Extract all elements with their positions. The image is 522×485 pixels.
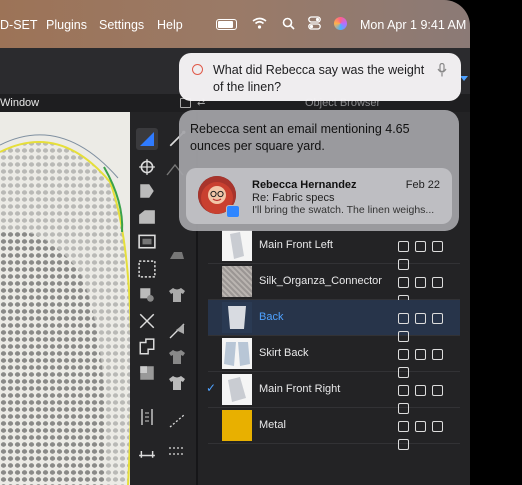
rectangle-tool-icon[interactable] [138, 208, 156, 226]
layer-label: Skirt Back [259, 347, 309, 359]
measure-tool-icon[interactable] [138, 442, 156, 460]
shirt-tool-icon[interactable] [168, 286, 186, 304]
layer-thumbnail [222, 266, 252, 297]
ruler-tool-icon[interactable] [138, 408, 156, 426]
layer-thumbnail [222, 374, 252, 405]
menu-settings[interactable]: Settings [99, 18, 144, 32]
layer-label: Silk_Organza_Connector [259, 275, 382, 287]
grid-tool-icon[interactable] [138, 260, 156, 278]
siri-query-text: What did Rebecca say was the weight of t… [213, 63, 425, 94]
search-icon[interactable] [282, 17, 295, 30]
select-tool-icon[interactable] [136, 128, 158, 150]
window-menu-label[interactable]: Window [0, 97, 39, 109]
mail-preview: I'll bring the swatch. The linen weighs.… [252, 204, 435, 216]
app-menu[interactable]: D-SET [0, 18, 38, 32]
control-center-icon[interactable] [308, 16, 321, 30]
pattern-drawing [0, 134, 130, 485]
layer-label: Metal [259, 419, 286, 431]
layer-thumbnail [222, 410, 252, 441]
layer-label: Main Front Left [259, 239, 333, 251]
sewing-tool-icon[interactable] [138, 338, 156, 356]
siri-icon[interactable] [334, 17, 347, 30]
layer-row-main-front-left[interactable]: Main Front Left [208, 228, 460, 270]
menu-plugins[interactable]: Plugins [46, 18, 87, 32]
layer-row-metal[interactable]: Metal [208, 408, 460, 450]
layer-thumbnail [222, 338, 252, 369]
siri-query-bubble: What did Rebecca say was the weight of t… [179, 53, 461, 101]
siri-orb-icon [192, 64, 203, 75]
menu-help[interactable]: Help [157, 18, 183, 32]
stitch-tool-icon[interactable] [138, 286, 156, 304]
mail-date: Feb 22 [405, 179, 440, 191]
avatar-shirt-icon[interactable] [168, 348, 186, 366]
folder-tool-icon[interactable] [138, 232, 156, 250]
layer-label: Back [259, 311, 284, 323]
menu-bar: D-SET Plugins Settings Help Mon Apr 1 9:… [0, 0, 470, 48]
mail-subject: Re: Fabric specs [252, 192, 335, 204]
garment-canvas[interactable] [0, 112, 130, 485]
transform-tool-icon[interactable] [138, 158, 156, 176]
layer-row-silk-organza-connector[interactable]: Silk_Organza_Connector [208, 264, 460, 306]
layer-thumbnail [222, 302, 252, 333]
clock: Mon Apr 1 9:41 AM [360, 18, 467, 32]
layer-actions[interactable] [398, 419, 460, 455]
iron-tool-icon[interactable] [168, 246, 186, 264]
microphone-icon[interactable] [437, 63, 447, 77]
ipad-screen: D-SET Plugins Settings Help Mon Apr 1 9:… [0, 0, 470, 485]
mail-app-icon [226, 205, 240, 218]
battery-icon [216, 19, 237, 30]
dashed-line-tool-icon[interactable] [168, 442, 186, 460]
texture-tool-icon[interactable] [138, 364, 156, 382]
layer-row-skirt-back[interactable]: Skirt Back [208, 336, 460, 378]
mail-result-card[interactable]: Rebecca Hernandez Feb 22 Re: Fabric spec… [186, 168, 452, 224]
layer-thumbnail [222, 230, 252, 261]
pattern-shirt-icon[interactable] [168, 374, 186, 392]
fold-tool-icon[interactable] [168, 322, 186, 340]
dropdown-arrow-icon[interactable] [460, 76, 468, 81]
layer-row-back[interactable]: Back [208, 300, 460, 342]
cut-tool-icon[interactable] [138, 312, 156, 330]
line-tool-icon[interactable] [168, 412, 186, 430]
wifi-icon [252, 17, 267, 29]
layer-row-main-front-right[interactable]: ✓ Main Front Right [206, 372, 460, 414]
checkmark-icon[interactable]: ✓ [206, 381, 216, 395]
mail-sender: Rebecca Hernandez [252, 179, 357, 191]
siri-answer-card: Rebecca sent an email mentioning 4.65 ou… [179, 110, 459, 231]
siri-answer-text: Rebecca sent an email mentioning 4.65 ou… [190, 122, 410, 153]
polygon-tool-icon[interactable] [138, 182, 156, 200]
layer-label: Main Front Right [259, 383, 341, 395]
